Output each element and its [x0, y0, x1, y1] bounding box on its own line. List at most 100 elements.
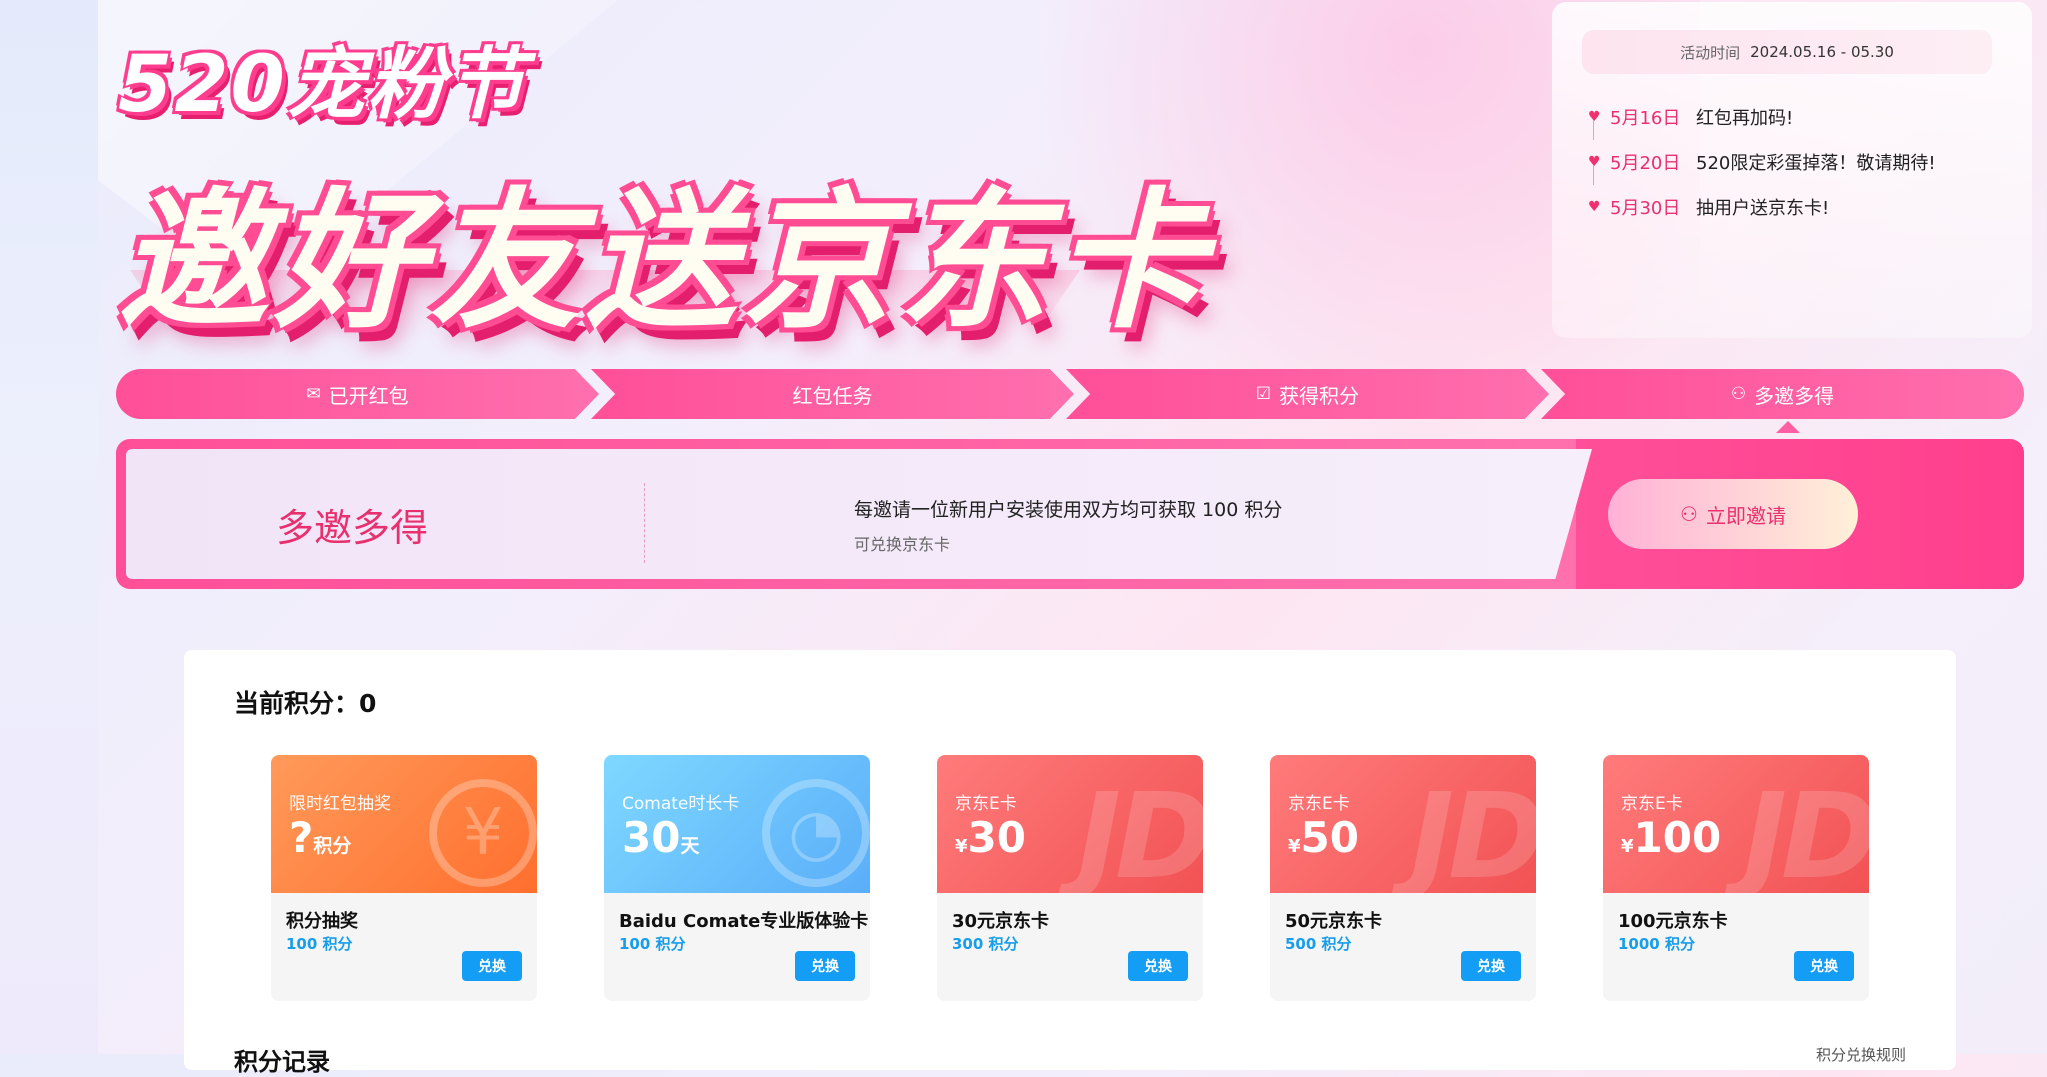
- prize-cost: 1000 积分: [1618, 935, 1695, 953]
- prize-info: 100元京东卡 1000 积分 兑换: [1603, 893, 1869, 1001]
- tab-label: 已开红包: [328, 383, 409, 408]
- prize-cover: ◔ Comate时长卡 30天: [604, 755, 870, 893]
- activity-time-bar: 活动时间 2024.05.16 - 05.30: [1582, 30, 1992, 74]
- prize-tag: 京东E卡: [955, 794, 1017, 814]
- prize-amount: 30: [622, 813, 681, 862]
- redeem-button[interactable]: 兑换: [1794, 951, 1854, 981]
- currency-symbol: ¥: [1621, 836, 1634, 857]
- prize-tag: 京东E卡: [1288, 794, 1350, 814]
- prize-value: ¥100: [1621, 813, 1721, 862]
- jd-icon: JD: [1743, 767, 1869, 893]
- invite-banner: 多邀多得 每邀请一位新用户安装使用双方均可获取 100 积分 可兑换京东卡 ⚇ …: [116, 439, 2024, 589]
- prize-cost: 300 积分: [952, 935, 1019, 953]
- redeem-button[interactable]: 兑换: [1461, 951, 1521, 981]
- prize-card-comate: ◔ Comate时长卡 30天 Baidu Comate专业版体验卡 100 积…: [604, 755, 870, 1001]
- timeline-connector: [1593, 165, 1594, 185]
- prize-cost: 100 积分: [619, 935, 686, 953]
- schedule-item: ♥ 5月30日 抽用户送京东卡!: [1588, 184, 1936, 229]
- activity-time-value: 2024.05.16 - 05.30: [1750, 43, 1894, 61]
- active-tab-pointer: [1776, 421, 1800, 433]
- currency-symbol: ¥: [1288, 836, 1301, 857]
- schedule-text: 红包再加码!: [1696, 107, 1794, 129]
- prize-amount: ?: [289, 813, 314, 862]
- tab-opened-red-packets[interactable]: ✉ 已开红包: [116, 369, 599, 419]
- prize-amount: 30: [967, 813, 1026, 862]
- prize-cover: JD 京东E卡 ¥30: [937, 755, 1203, 893]
- prize-list: ¥ 限时红包抽奖 ?积分 积分抽奖 100 积分 兑换 ◔ Comate时长卡 …: [271, 755, 1869, 1001]
- prize-card-lottery: ¥ 限时红包抽奖 ?积分 积分抽奖 100 积分 兑换: [271, 755, 537, 1001]
- prize-card-jd-100: JD 京东E卡 ¥100 100元京东卡 1000 积分 兑换: [1603, 755, 1869, 1001]
- prize-tag: Comate时长卡: [622, 794, 740, 814]
- clock-icon: ◔: [762, 779, 870, 887]
- prize-tag: 限时红包抽奖: [289, 794, 391, 814]
- schedule-date: 5月16日: [1610, 107, 1681, 129]
- users-icon: ⚇: [1680, 502, 1698, 526]
- prize-name: 100元京东卡: [1618, 911, 1728, 932]
- prize-info: Baidu Comate专业版体验卡 100 积分 兑换: [604, 893, 870, 1001]
- current-points: 当前积分：0: [234, 689, 377, 718]
- activity-time-label: 活动时间: [1680, 43, 1741, 62]
- prize-cover: JD 京东E卡 ¥100: [1603, 755, 1869, 893]
- prize-value: 30天: [622, 813, 699, 862]
- invite-button-label: 立即邀请: [1705, 503, 1786, 528]
- redeem-button[interactable]: 兑换: [1128, 951, 1188, 981]
- divider: [644, 483, 645, 563]
- tab-label: 获得积分: [1279, 383, 1360, 408]
- prize-card-jd-30: JD 京东E卡 ¥30 30元京东卡 300 积分 兑换: [937, 755, 1203, 1001]
- heart-icon: ♥: [1588, 108, 1601, 125]
- prize-card-jd-50: JD 京东E卡 ¥50 50元京东卡 500 积分 兑换: [1270, 755, 1536, 1001]
- prize-cost: 100 积分: [286, 935, 353, 953]
- prize-name: 50元京东卡: [1285, 911, 1383, 932]
- timeline-connector: [1593, 120, 1594, 140]
- redeem-button[interactable]: 兑换: [462, 951, 522, 981]
- prize-info: 50元京东卡 500 积分 兑换: [1270, 893, 1536, 1001]
- prize-cost: 500 积分: [1285, 935, 1352, 953]
- points-records-title: 积分记录: [234, 1048, 330, 1076]
- step-tabs: ✉ 已开红包 红包任务 ☑ 获得积分 ⚇ 多邀多得: [116, 369, 2024, 419]
- points-card: 当前积分：0 ¥ 限时红包抽奖 ?积分 积分抽奖 100 积分 兑换 ◔ Com…: [184, 650, 1956, 1076]
- prize-unit: 积分: [313, 835, 352, 857]
- schedule-item: ♥ 5月20日 520限定彩蛋掉落！敬请期待!: [1588, 139, 1936, 184]
- heart-icon: ♥: [1588, 198, 1601, 215]
- prize-value: ¥50: [1288, 813, 1359, 862]
- invite-now-button[interactable]: ⚇ 立即邀请: [1608, 479, 1858, 549]
- prize-info: 30元京东卡 300 积分 兑换: [937, 893, 1203, 1001]
- invite-note: 可兑换京东卡: [854, 535, 951, 554]
- schedule-date: 5月20日: [1610, 152, 1681, 174]
- checkbox-icon: ☑: [1255, 384, 1272, 404]
- schedule-panel: 活动时间 2024.05.16 - 05.30 ♥ 5月16日 红包再加码! ♥…: [1552, 2, 2032, 338]
- tab-label: 多邀多得: [1754, 383, 1835, 408]
- prize-unit: 天: [680, 835, 700, 857]
- prize-info: 积分抽奖 100 积分 兑换: [271, 893, 537, 1001]
- jd-icon: JD: [1077, 767, 1203, 893]
- tab-invite-more[interactable]: ⚇ 多邀多得: [1541, 369, 2024, 419]
- prize-name: Baidu Comate专业版体验卡: [619, 911, 869, 932]
- points-rule-link[interactable]: 积分兑换规则: [1816, 1044, 1906, 1065]
- currency-symbol: ¥: [955, 836, 968, 857]
- prize-tag: 京东E卡: [1621, 794, 1683, 814]
- tab-red-packet-tasks[interactable]: 红包任务: [591, 369, 1074, 419]
- envelope-icon: ✉: [306, 384, 321, 404]
- prize-value: ¥30: [955, 813, 1026, 862]
- heart-icon: ♥: [1588, 153, 1601, 170]
- yen-icon: ¥: [429, 779, 537, 887]
- jd-icon: JD: [1410, 767, 1536, 893]
- prize-cover: JD 京东E卡 ¥50: [1270, 755, 1536, 893]
- schedule-text: 抽用户送京东卡!: [1696, 197, 1830, 219]
- tab-label: 红包任务: [792, 383, 873, 408]
- redeem-button[interactable]: 兑换: [795, 951, 855, 981]
- schedule-date: 5月30日: [1610, 197, 1681, 219]
- hero-title: 邀好友送京东卡: [118, 175, 1211, 349]
- tab-earn-points[interactable]: ☑ 获得积分: [1066, 369, 1549, 419]
- hero-subtitle: 520宠粉节: [118, 40, 527, 130]
- prize-amount: 100: [1633, 813, 1722, 862]
- prize-amount: 50: [1300, 813, 1359, 862]
- prize-cover: ¥ 限时红包抽奖 ?积分: [271, 755, 537, 893]
- prize-name: 30元京东卡: [952, 911, 1050, 932]
- schedule-list: ♥ 5月16日 红包再加码! ♥ 5月20日 520限定彩蛋掉落！敬请期待! ♥…: [1588, 94, 1936, 229]
- prize-name: 积分抽奖: [286, 911, 358, 932]
- schedule-item: ♥ 5月16日 红包再加码!: [1588, 94, 1936, 139]
- users-icon: ⚇: [1730, 384, 1747, 404]
- invite-description: 每邀请一位新用户安装使用双方均可获取 100 积分: [854, 499, 1283, 521]
- schedule-text: 520限定彩蛋掉落！敬请期待!: [1696, 152, 1936, 174]
